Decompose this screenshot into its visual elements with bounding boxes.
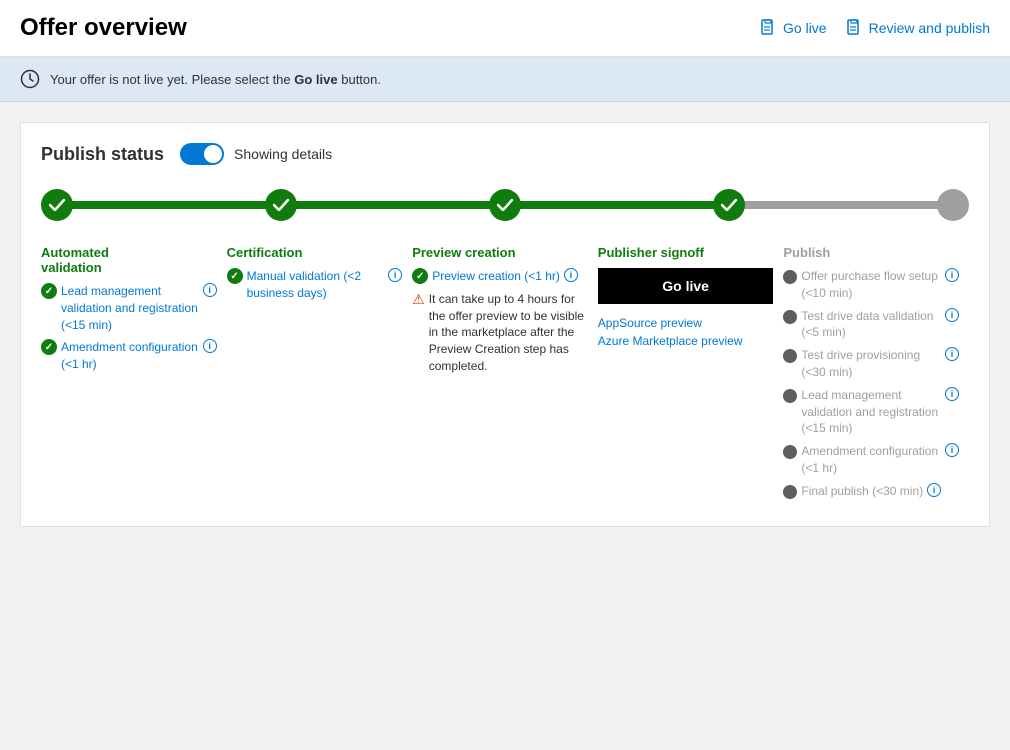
header-actions: Go live Review and publish — [761, 19, 990, 37]
go-live-button[interactable]: Go live — [761, 19, 827, 37]
appsource-preview-link[interactable]: AppSource preview — [598, 316, 774, 330]
main-content: Publish status Showing details — [0, 102, 1010, 547]
steps-columns: Automatedvalidation Lead management vali… — [41, 237, 969, 506]
publish-status-title: Publish status — [41, 144, 164, 165]
warning-icon-preview: ⚠ — [412, 291, 425, 308]
go-live-icon — [761, 19, 777, 37]
warning-item-preview: ⚠ It can take up to 4 hours for the offe… — [412, 291, 588, 375]
toggle-knob — [204, 145, 222, 163]
page-header: Offer overview Go live Review and publis… — [0, 0, 1010, 57]
step-line-4-5 — [744, 201, 938, 209]
step-item-final-publish: Final publish (<30 min) i — [783, 483, 959, 500]
info-icon-test-drive-data[interactable]: i — [945, 308, 959, 322]
toggle-container: Showing details — [180, 143, 332, 165]
info-icon-amendment[interactable]: i — [203, 339, 217, 353]
check-icon-lead — [41, 283, 57, 299]
step-item-preview: Preview creation (<1 hr) i — [412, 268, 588, 285]
step-title-publish: Publish — [783, 245, 959, 260]
step-title-certification: Certification — [227, 245, 403, 260]
dot-lead-mgmt-pub — [783, 389, 797, 403]
notice-bold: Go live — [294, 72, 337, 87]
step-item-amendment: Amendment configuration (<1 hr) i — [41, 339, 217, 373]
step-col-certification: Certification Manual validation (<2 busi… — [227, 245, 413, 506]
info-icon-lead-mgmt-pub[interactable]: i — [945, 387, 959, 401]
info-icon-amendment-pub[interactable]: i — [945, 443, 959, 457]
dot-final-publish — [783, 485, 797, 499]
step-title-automated-validation: Automatedvalidation — [41, 245, 217, 275]
info-icon-manual[interactable]: i — [388, 268, 402, 282]
check-icon-amendment — [41, 339, 57, 355]
step-circle-3 — [489, 189, 521, 221]
clock-icon — [20, 69, 40, 89]
step-text-offer-purchase: Offer purchase flow setup (<10 min) — [801, 268, 941, 302]
step-item-amendment-pub: Amendment configuration (<1 hr) i — [783, 443, 959, 477]
warning-text-preview: It can take up to 4 hours for the offer … — [429, 291, 588, 375]
step-item-manual-text: Manual validation (<2 business days) — [247, 268, 385, 302]
notice-bar: Your offer is not live yet. Please selec… — [0, 57, 1010, 102]
step-text-amendment-pub: Amendment configuration (<1 hr) — [801, 443, 941, 477]
check-icon-preview — [412, 268, 428, 284]
dot-amendment-pub — [783, 445, 797, 459]
info-icon-lead[interactable]: i — [203, 283, 217, 297]
step-item-lead-mgmt-pub: Lead management validation and registrat… — [783, 387, 959, 437]
info-icon-preview[interactable]: i — [564, 268, 578, 282]
step-title-publisher-signoff: Publisher signoff — [598, 245, 774, 260]
dot-test-drive-data — [783, 310, 797, 324]
step-text-final-publish: Final publish (<30 min) — [801, 483, 923, 500]
step-col-publish: Publish Offer purchase flow setup (<10 m… — [783, 245, 969, 506]
publish-card: Publish status Showing details — [20, 122, 990, 527]
step-text-test-drive-prov: Test drive provisioning (<30 min) — [801, 347, 941, 381]
step-col-publisher-signoff: Publisher signoff Go live AppSource prev… — [598, 245, 784, 506]
step-item-offer-purchase: Offer purchase flow setup (<10 min) i — [783, 268, 959, 302]
step-text-test-drive-data: Test drive data validation (<5 min) — [801, 308, 941, 342]
step-item-amendment-text: Amendment configuration (<1 hr) — [61, 339, 199, 373]
step-col-preview-creation: Preview creation Preview creation (<1 hr… — [412, 245, 598, 506]
step-item-lead-text: Lead management validation and registrat… — [61, 283, 199, 333]
step-item-preview-text: Preview creation (<1 hr) — [432, 268, 560, 285]
go-live-label: Go live — [783, 20, 827, 36]
step-line-1-2 — [72, 201, 266, 209]
step-item-manual-validation: Manual validation (<2 business days) i — [227, 268, 403, 302]
info-icon-final-publish[interactable]: i — [927, 483, 941, 497]
step-circle-4 — [713, 189, 745, 221]
steps-progress-bar — [41, 189, 969, 221]
step-item-test-drive-data: Test drive data validation (<5 min) i — [783, 308, 959, 342]
dot-offer-purchase — [783, 270, 797, 284]
azure-marketplace-preview-link[interactable]: Azure Marketplace preview — [598, 334, 774, 348]
step-circle-2 — [265, 189, 297, 221]
step-circle-1 — [41, 189, 73, 221]
dot-test-drive-prov — [783, 349, 797, 363]
check-icon-manual — [227, 268, 243, 284]
notice-text: Your offer is not live yet. Please selec… — [50, 72, 381, 87]
notice-after: button. — [338, 72, 381, 87]
step-line-3-4 — [520, 201, 714, 209]
step-item-test-drive-prov: Test drive provisioning (<30 min) i — [783, 347, 959, 381]
step-line-2-3 — [296, 201, 490, 209]
step-title-preview-creation: Preview creation — [412, 245, 588, 260]
publish-status-header: Publish status Showing details — [41, 143, 969, 165]
review-publish-label: Review and publish — [869, 20, 990, 36]
page-title: Offer overview — [20, 14, 187, 42]
step-text-lead-mgmt-pub: Lead management validation and registrat… — [801, 387, 941, 437]
step-col-automated-validation: Automatedvalidation Lead management vali… — [41, 245, 227, 506]
info-icon-offer-purchase[interactable]: i — [945, 268, 959, 282]
review-publish-button[interactable]: Review and publish — [847, 19, 990, 37]
showing-details-toggle[interactable] — [180, 143, 224, 165]
notice-before: Your offer is not live yet. Please selec… — [50, 72, 294, 87]
info-icon-test-drive-prov[interactable]: i — [945, 347, 959, 361]
go-live-action-button[interactable]: Go live — [598, 268, 774, 304]
step-circle-5 — [937, 189, 969, 221]
step-item-lead-management: Lead management validation and registrat… — [41, 283, 217, 333]
review-publish-icon — [847, 19, 863, 37]
toggle-label: Showing details — [234, 146, 332, 162]
